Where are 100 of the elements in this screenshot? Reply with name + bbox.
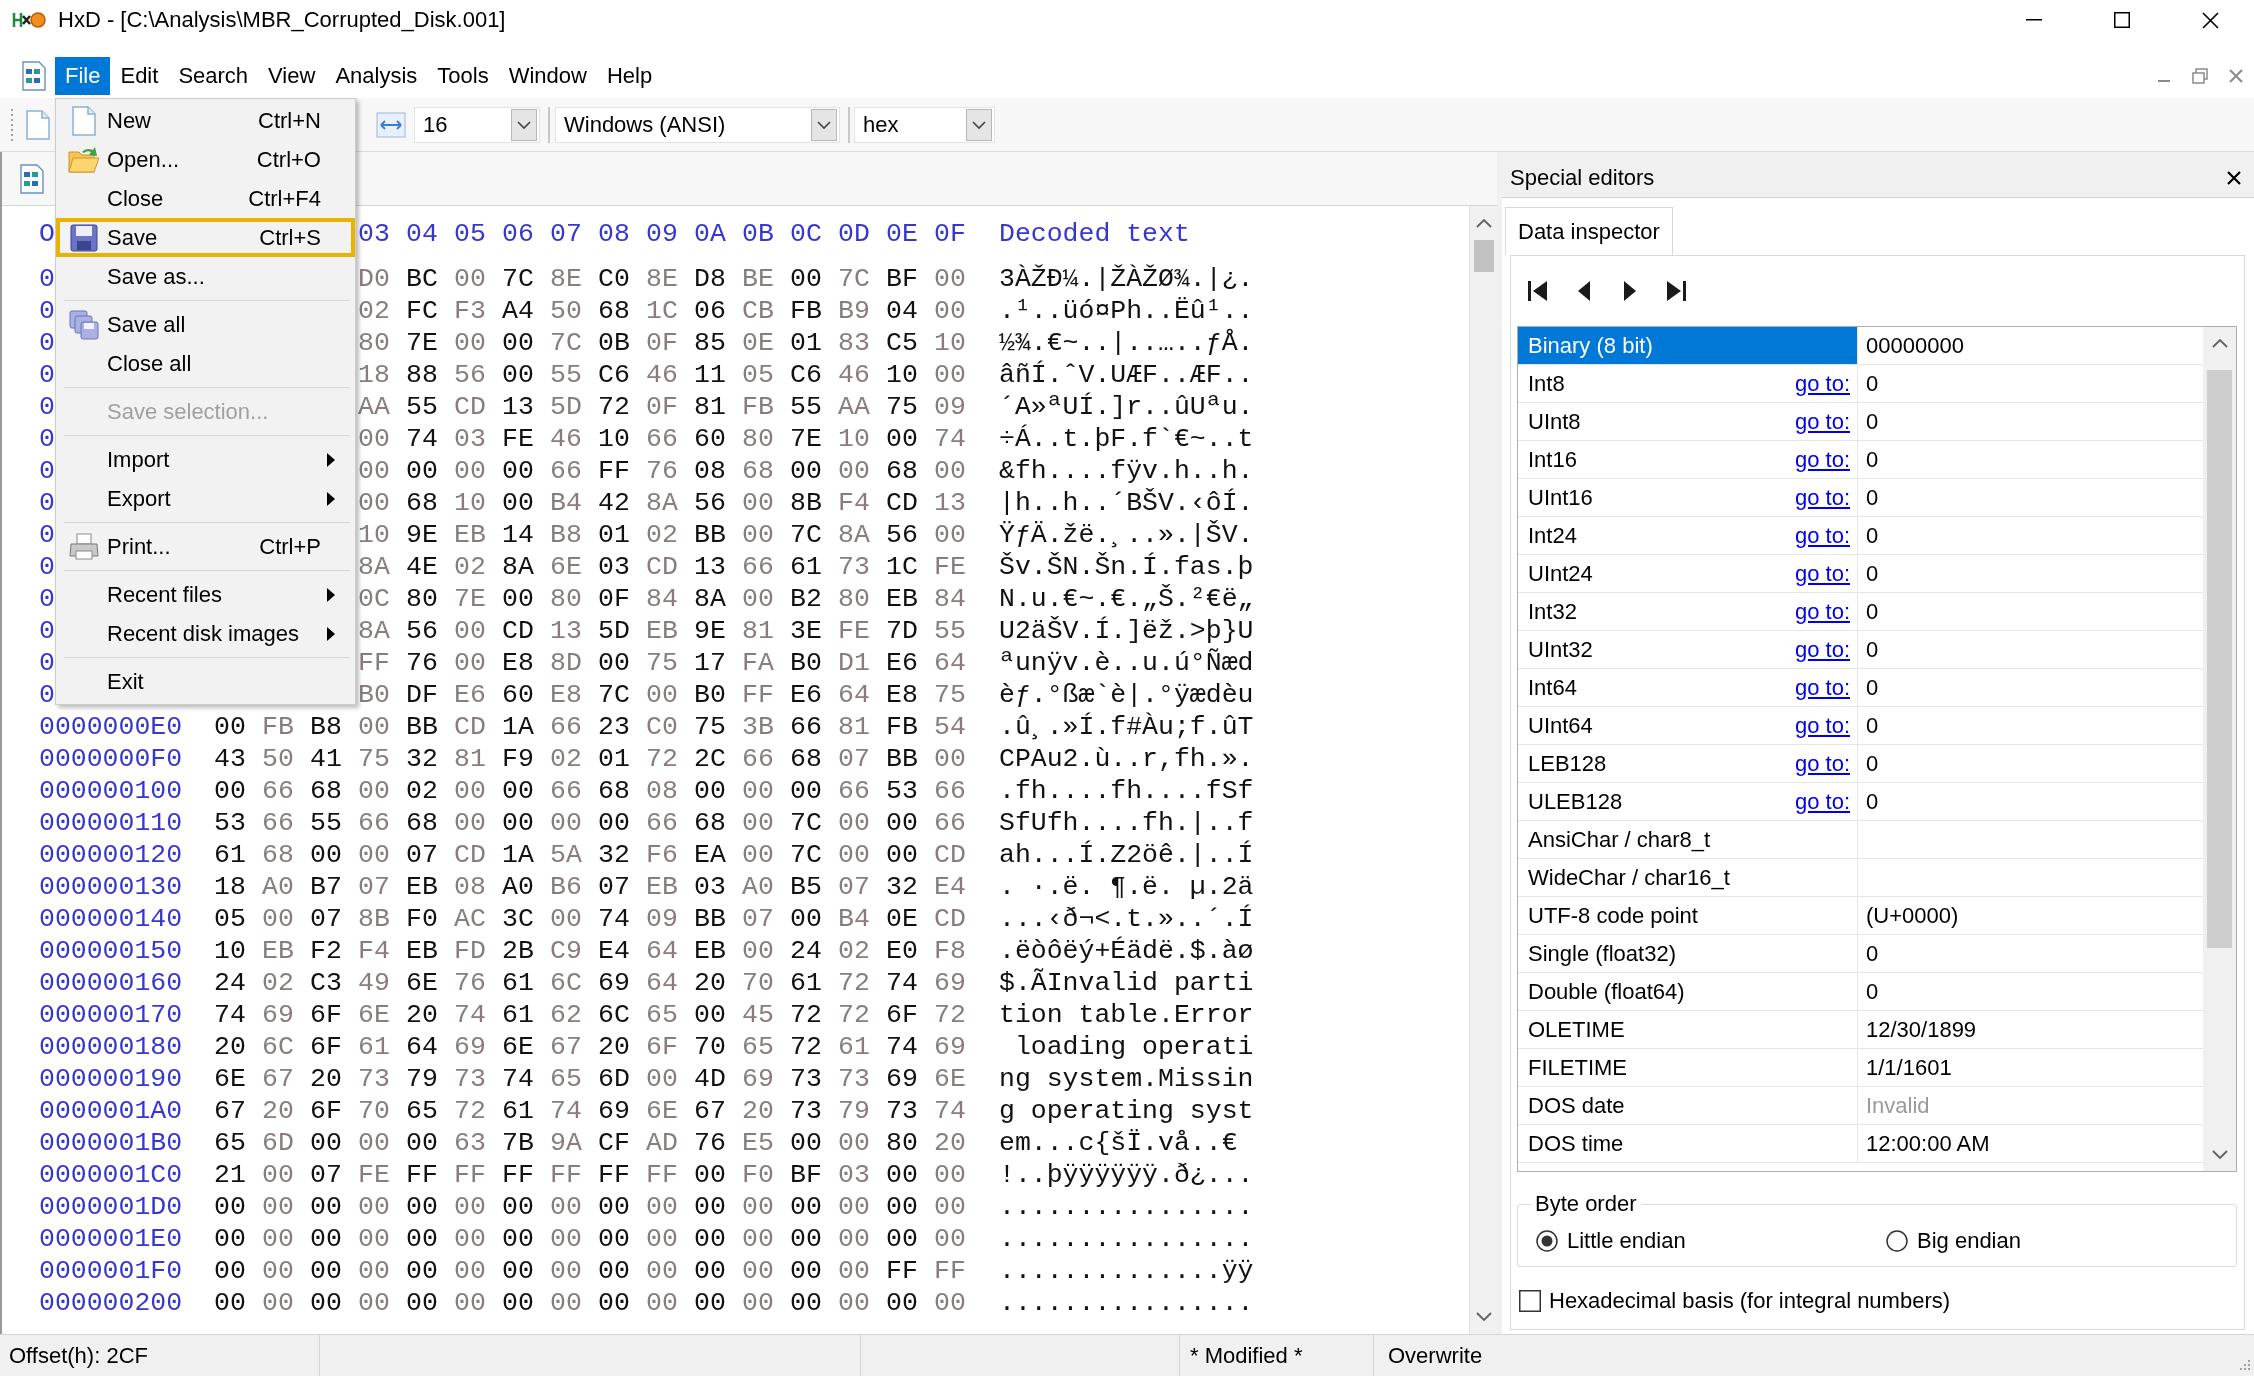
menu-item[interactable]: Close all	[56, 344, 355, 383]
hex-byte: 00	[934, 360, 966, 390]
document-icon[interactable]	[22, 61, 46, 91]
goto-link[interactable]: go to:	[1794, 714, 1850, 737]
vertical-scrollbar[interactable]	[2203, 327, 2236, 1171]
goto-link[interactable]: go to:	[1794, 562, 1850, 585]
menu-item[interactable]: Open... Ctrl+O	[56, 140, 355, 179]
goto-link[interactable]: go to:	[1794, 448, 1850, 471]
submenu-arrow-icon[interactable]	[327, 452, 335, 467]
close-icon[interactable]	[2227, 170, 2241, 185]
scroll-down-icon[interactable]	[1475, 1312, 1492, 1322]
hex-byte: 00	[358, 1128, 390, 1158]
menu-item[interactable]: Recent disk images	[56, 614, 355, 653]
goto-link[interactable]: go to:	[1794, 638, 1850, 661]
menu-item[interactable]: Window	[498, 57, 597, 95]
goto-link[interactable]: go to:	[1794, 600, 1850, 623]
menu-item[interactable]: Export	[56, 479, 355, 518]
hex-byte: 00	[262, 1224, 294, 1254]
menu-item[interactable]: Edit	[110, 57, 169, 95]
submenu-arrow-icon[interactable]	[327, 626, 335, 641]
dropdown[interactable]: hex	[854, 106, 995, 143]
hex-byte: C6	[790, 360, 822, 390]
hex-byte: 73	[358, 1064, 390, 1094]
hex-byte: 00	[358, 712, 390, 742]
scroll-up-icon[interactable]	[1475, 218, 1492, 228]
hex-byte: 20	[598, 1032, 630, 1062]
hex-byte: B7	[310, 872, 342, 902]
submenu-arrow-icon[interactable]	[327, 491, 335, 506]
hex-byte: 03	[598, 552, 630, 582]
hex-byte: 02	[838, 936, 870, 966]
hex-byte: 7C	[838, 264, 870, 294]
dropdown[interactable]: Windows (ANSI)	[555, 106, 840, 143]
hex-byte: 73	[454, 1064, 486, 1094]
scrollbar-thumb[interactable]	[1473, 240, 1494, 272]
skip-to-start-icon[interactable]	[1527, 279, 1549, 303]
radio-button[interactable]	[1536, 1230, 1558, 1252]
radio-button[interactable]	[1886, 1230, 1908, 1252]
row-offset: 0	[39, 360, 55, 390]
hex-byte: 00	[454, 328, 486, 358]
document-icon[interactable]	[20, 163, 44, 194]
menu-item[interactable]: Help	[596, 57, 663, 95]
chevron-down-icon[interactable]	[811, 108, 837, 141]
menu-item[interactable]: Exit	[56, 662, 355, 701]
chevron-down-icon[interactable]	[966, 108, 992, 141]
menu-item[interactable]: View	[258, 57, 326, 95]
menu-item[interactable]: Analysis	[325, 57, 428, 95]
type-name: Int32	[1528, 600, 1577, 623]
hex-byte: 7B	[502, 1128, 534, 1158]
hex-byte: 00	[358, 840, 390, 870]
hex-byte: 5D	[598, 616, 630, 646]
hex-byte: 80	[886, 1128, 918, 1158]
vertical-scrollbar[interactable]	[1469, 206, 1497, 1334]
scroll-up-icon[interactable]	[2211, 338, 2228, 348]
menu-item[interactable]: Import	[56, 440, 355, 479]
hex-byte: 84	[646, 584, 678, 614]
column-header: 08	[598, 219, 630, 249]
row-offset: 0	[39, 264, 55, 294]
hex-byte: 00	[934, 1160, 966, 1190]
menu-item[interactable]: Tools	[427, 57, 499, 95]
menu-item[interactable]: Save all	[56, 305, 355, 344]
goto-link[interactable]: go to:	[1794, 524, 1850, 547]
skip-to-end-icon[interactable]	[1665, 279, 1687, 303]
goto-link[interactable]: go to:	[1794, 372, 1850, 395]
dropdown[interactable]: 16	[414, 106, 540, 143]
menu-item[interactable]: Save as...	[56, 257, 355, 296]
size-grip-icon[interactable]	[2237, 1359, 2251, 1373]
hex-byte: 00	[550, 1256, 582, 1286]
hex-byte: 00	[502, 584, 534, 614]
hex-byte: 6E	[214, 1064, 246, 1094]
chevron-down-icon[interactable]	[511, 108, 537, 141]
menu-item[interactable]: File	[55, 57, 111, 95]
toolbar-grip[interactable]	[10, 106, 14, 143]
hex-byte: EB	[646, 616, 678, 646]
checkbox[interactable]	[1519, 1290, 1541, 1312]
scroll-down-icon[interactable]	[2211, 1150, 2228, 1160]
tab[interactable]: Data inspector	[1505, 207, 1673, 255]
hex-byte: A0	[742, 872, 774, 902]
submenu-arrow-icon[interactable]	[327, 587, 335, 602]
menu-item[interactable]: Print... Ctrl+P	[56, 527, 355, 566]
menu-item[interactable]: Save Ctrl+S	[56, 218, 355, 257]
menu-item[interactable]: Close Ctrl+F4	[56, 179, 355, 218]
menu-item[interactable]: New Ctrl+N	[56, 101, 355, 140]
type-name-cell[interactable]: Binary (8 bit)	[1518, 327, 1858, 364]
goto-link[interactable]: go to:	[1794, 486, 1850, 509]
scrollbar-thumb[interactable]	[2207, 370, 2232, 948]
hex-byte: 00	[550, 904, 582, 934]
hex-byte: 69	[598, 1096, 630, 1126]
horizontal-arrows-icon[interactable]	[376, 111, 406, 138]
hex-byte: 76	[454, 968, 486, 998]
hex-byte: 46	[838, 360, 870, 390]
restore-icon[interactable]	[2190, 66, 2210, 86]
hex-byte: 65	[742, 1032, 774, 1062]
goto-link[interactable]: go to:	[1794, 676, 1850, 699]
goto-link[interactable]: go to:	[1794, 410, 1850, 433]
goto-link[interactable]: go to:	[1794, 752, 1850, 775]
goto-link[interactable]: go to:	[1794, 790, 1850, 813]
column-header: 03	[358, 219, 390, 249]
menu-item[interactable]: Recent files	[56, 575, 355, 614]
hex-byte: EB	[406, 872, 438, 902]
menu-item[interactable]: Search	[168, 57, 259, 95]
